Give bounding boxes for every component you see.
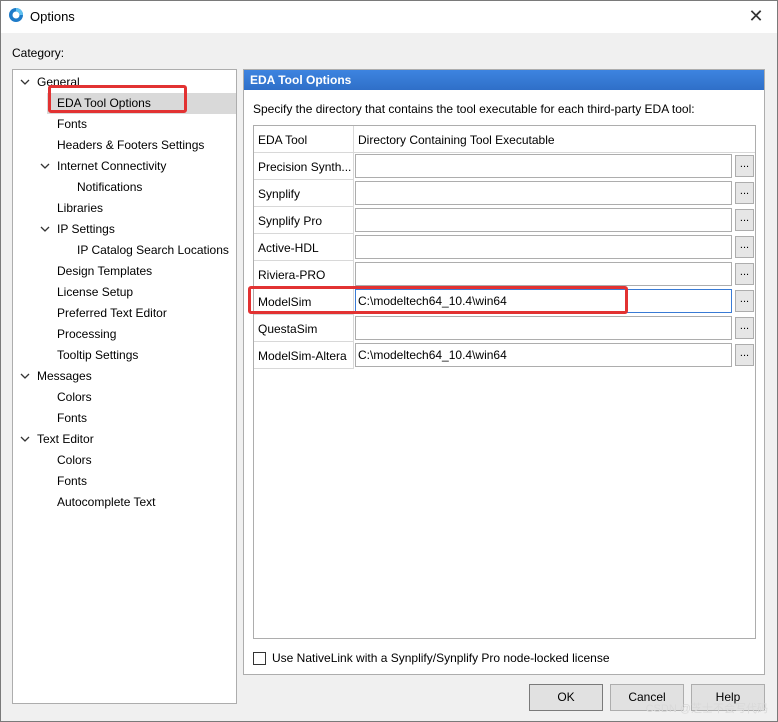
- chevron-down-icon[interactable]: [39, 219, 51, 240]
- tree-item[interactable]: Fonts: [13, 408, 236, 429]
- panel-description: Specify the directory that contains the …: [253, 102, 695, 116]
- chevron-down-icon[interactable]: [39, 156, 51, 177]
- table-row: Synplify...: [254, 180, 755, 207]
- tree-item-label: Fonts: [57, 117, 88, 131]
- tree-item[interactable]: Messages: [13, 366, 236, 387]
- close-button[interactable]: ✕: [744, 4, 768, 28]
- tree-item-label: Preferred Text Editor: [57, 306, 167, 320]
- directory-field[interactable]: [355, 208, 732, 232]
- tree-item-label: EDA Tool Options: [57, 96, 151, 110]
- watermark: CSDN @芝士不会写代码: [645, 703, 768, 715]
- tree-item[interactable]: Text Editor: [13, 429, 236, 450]
- browse-button[interactable]: ...: [735, 290, 754, 312]
- tree-item-label: Colors: [57, 390, 92, 404]
- tree-item[interactable]: EDA Tool Options: [47, 93, 236, 114]
- browse-button[interactable]: ...: [735, 155, 754, 177]
- browse-button[interactable]: ...: [735, 236, 754, 258]
- tree-item[interactable]: Colors: [13, 387, 236, 408]
- tool-name: Active-HDL: [258, 241, 319, 255]
- tree-item-label: Colors: [57, 453, 92, 467]
- chevron-down-icon[interactable]: [19, 366, 31, 387]
- directory-field[interactable]: [355, 316, 732, 340]
- browse-button[interactable]: ...: [735, 344, 754, 366]
- window-title: Options: [30, 9, 75, 24]
- tree-item-label: Design Templates: [57, 264, 153, 278]
- tree-item[interactable]: Fonts: [13, 114, 236, 135]
- tree-item[interactable]: Colors: [13, 450, 236, 471]
- tree-item-label: License Setup: [57, 285, 134, 299]
- tree-item-label: Autocomplete Text: [57, 495, 156, 509]
- tree-item[interactable]: IP Settings: [13, 219, 236, 240]
- tool-name: Riviera-PRO: [258, 268, 326, 282]
- chevron-down-icon[interactable]: [19, 429, 31, 450]
- tree-item-label: IP Catalog Search Locations: [77, 243, 229, 257]
- chevron-down-icon[interactable]: [19, 72, 31, 93]
- table-row: ModelSim C:\modeltech64_10.4\win64...: [254, 288, 755, 315]
- directory-field[interactable]: [355, 262, 732, 286]
- tree-item[interactable]: Design Templates: [13, 261, 236, 282]
- nativelink-checkbox[interactable]: [253, 651, 266, 665]
- directory-field[interactable]: C:\modeltech64_10.4\win64: [355, 343, 732, 367]
- tree-item[interactable]: Notifications: [13, 177, 236, 198]
- browse-button[interactable]: ...: [735, 317, 754, 339]
- directory-field[interactable]: [355, 235, 732, 259]
- tool-name: Synplify Pro: [258, 214, 323, 228]
- nativelink-checkbox-label: Use NativeLink with a Synplify/Synplify …: [272, 651, 610, 665]
- tree-item[interactable]: General: [13, 72, 236, 93]
- tree-item-label: Internet Connectivity: [57, 159, 167, 173]
- tree-item-label: Headers & Footers Settings: [57, 138, 205, 152]
- tree-item[interactable]: Tooltip Settings: [13, 345, 236, 366]
- column-header-directory: Directory Containing Tool Executable: [358, 133, 555, 147]
- directory-field[interactable]: [355, 154, 732, 178]
- tool-name: QuestaSim: [258, 322, 318, 336]
- tree-item-label: Tooltip Settings: [57, 348, 139, 362]
- tree-item-label: IP Settings: [57, 222, 115, 236]
- panel-header: EDA Tool Options: [244, 70, 764, 90]
- directory-field[interactable]: C:\modeltech64_10.4\win64: [355, 289, 732, 313]
- tree-item-label: Messages: [37, 369, 92, 383]
- eda-tool-options-panel: EDA Tool Options Specify the directory t…: [243, 69, 765, 675]
- table-row: Precision Synth......: [254, 153, 755, 180]
- tree-item-label: Fonts: [57, 474, 88, 488]
- table-row: ModelSim-Altera C:\modeltech64_10.4\win64…: [254, 342, 755, 369]
- tool-name: Precision Synth...: [258, 160, 352, 174]
- table-row: Synplify Pro...: [254, 207, 755, 234]
- ok-button[interactable]: OK: [529, 684, 603, 711]
- tree-item-label: Notifications: [77, 180, 143, 194]
- browse-button[interactable]: ...: [735, 182, 754, 204]
- tool-name: ModelSim: [258, 295, 312, 309]
- nativelink-option[interactable]: Use NativeLink with a Synplify/Synplify …: [253, 650, 610, 666]
- tree-item[interactable]: Autocomplete Text: [13, 492, 236, 513]
- tree-item[interactable]: IP Catalog Search Locations: [13, 240, 236, 261]
- table-row: QuestaSim...: [254, 315, 755, 342]
- category-tree[interactable]: General EDA Tool Options Fonts Headers & Fo…: [12, 69, 237, 704]
- tree-item[interactable]: Libraries: [13, 198, 236, 219]
- tool-name: ModelSim-Altera: [258, 349, 347, 363]
- tree-item-label: Fonts: [57, 411, 88, 425]
- tree-item[interactable]: Fonts: [13, 471, 236, 492]
- directory-field[interactable]: [355, 181, 732, 205]
- tree-item-label: Libraries: [57, 201, 104, 215]
- row-divider: [254, 368, 354, 369]
- eda-tool-table: EDA Tool Directory Containing Tool Execu…: [253, 125, 756, 639]
- close-icon: ✕: [748, 6, 764, 26]
- title-bar: Options ✕: [0, 0, 778, 33]
- tree-item[interactable]: Headers & Footers Settings: [13, 135, 236, 156]
- category-label: Category:: [12, 46, 65, 60]
- app-icon: [9, 8, 23, 22]
- tree-item[interactable]: Internet Connectivity: [13, 156, 236, 177]
- table-row: Active-HDL...: [254, 234, 755, 261]
- tree-item-label: Text Editor: [37, 432, 94, 446]
- tree-item[interactable]: License Setup: [13, 282, 236, 303]
- tool-name: Synplify: [258, 187, 301, 201]
- tree-item-label: Processing: [57, 327, 117, 341]
- tree-item[interactable]: Preferred Text Editor: [13, 303, 236, 324]
- column-header-eda-tool: EDA Tool: [258, 133, 308, 147]
- browse-button[interactable]: ...: [735, 263, 754, 285]
- browse-button[interactable]: ...: [735, 209, 754, 231]
- tree-item[interactable]: Processing: [13, 324, 236, 345]
- tree-item-label: General: [37, 75, 80, 89]
- table-row: Riviera-PRO...: [254, 261, 755, 288]
- table-header: EDA Tool Directory Containing Tool Execu…: [254, 126, 755, 153]
